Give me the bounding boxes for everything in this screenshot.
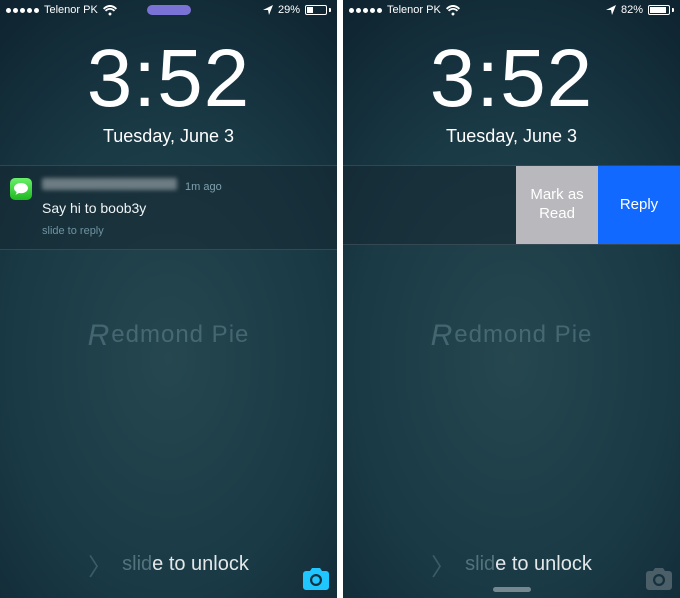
- location-icon: [606, 5, 616, 15]
- notification[interactable]: 1m ago Say hi to boob3y slide to reply: [0, 165, 337, 250]
- slide-to-unlock[interactable]: 〉 slide to unlock: [0, 547, 337, 582]
- notification-message: Say hi to boob3y: [42, 199, 325, 218]
- lockscreen-right: Telenor PK 82% 3:52 Tuesday, June 3 Mark…: [343, 0, 680, 598]
- battery-icon: [305, 5, 331, 15]
- notification-swiped[interactable]: Mark as Read Reply: [343, 165, 680, 245]
- camera-shortcut[interactable]: [646, 568, 672, 590]
- clock-block: 3:52 Tuesday, June 3: [0, 38, 337, 147]
- loading-pill: [147, 5, 191, 15]
- date-label: Tuesday, June 3: [343, 126, 680, 147]
- location-icon: [263, 5, 273, 15]
- unlock-dim: slid: [122, 553, 152, 575]
- status-bar: Telenor PK 29%: [0, 0, 337, 20]
- date-label: Tuesday, June 3: [0, 126, 337, 147]
- messages-icon: [10, 178, 32, 200]
- time-label: 3:52: [343, 38, 680, 120]
- unlock-bright: e to unlock: [495, 553, 592, 575]
- mark-as-read-button[interactable]: Mark as Read: [516, 166, 598, 244]
- watermark: Redmond Pie: [0, 316, 337, 350]
- lockscreen-left: Telenor PK 29% 3:52 Tuesday, June 3: [0, 0, 337, 598]
- notification-sender-blurred: [42, 178, 177, 190]
- carrier-label: Telenor PK: [387, 4, 441, 16]
- clock-block: 3:52 Tuesday, June 3: [343, 38, 680, 147]
- signal-dots: [6, 8, 39, 13]
- control-center-grabber[interactable]: [493, 587, 531, 592]
- unlock-bright: e to unlock: [152, 553, 249, 575]
- battery-percent-label: 29%: [278, 4, 300, 16]
- watermark: Redmond Pie: [343, 316, 680, 350]
- carrier-label: Telenor PK: [44, 4, 98, 16]
- chevron-right-icon: 〉: [431, 547, 455, 582]
- unlock-dim: slid: [465, 553, 495, 575]
- battery-percent-label: 82%: [621, 4, 643, 16]
- notification-hint: slide to reply: [42, 224, 325, 239]
- reply-button[interactable]: Reply: [598, 166, 680, 244]
- time-label: 3:52: [0, 38, 337, 120]
- battery-icon: [648, 5, 674, 15]
- camera-shortcut[interactable]: [303, 568, 329, 590]
- slide-to-unlock[interactable]: 〉 slide to unlock: [343, 547, 680, 582]
- status-bar: Telenor PK 82%: [343, 0, 680, 20]
- signal-dots: [349, 8, 382, 13]
- wifi-icon: [446, 5, 460, 16]
- chevron-right-icon: 〉: [88, 547, 112, 582]
- notification-time: 1m ago: [185, 180, 222, 195]
- wifi-icon: [103, 5, 117, 16]
